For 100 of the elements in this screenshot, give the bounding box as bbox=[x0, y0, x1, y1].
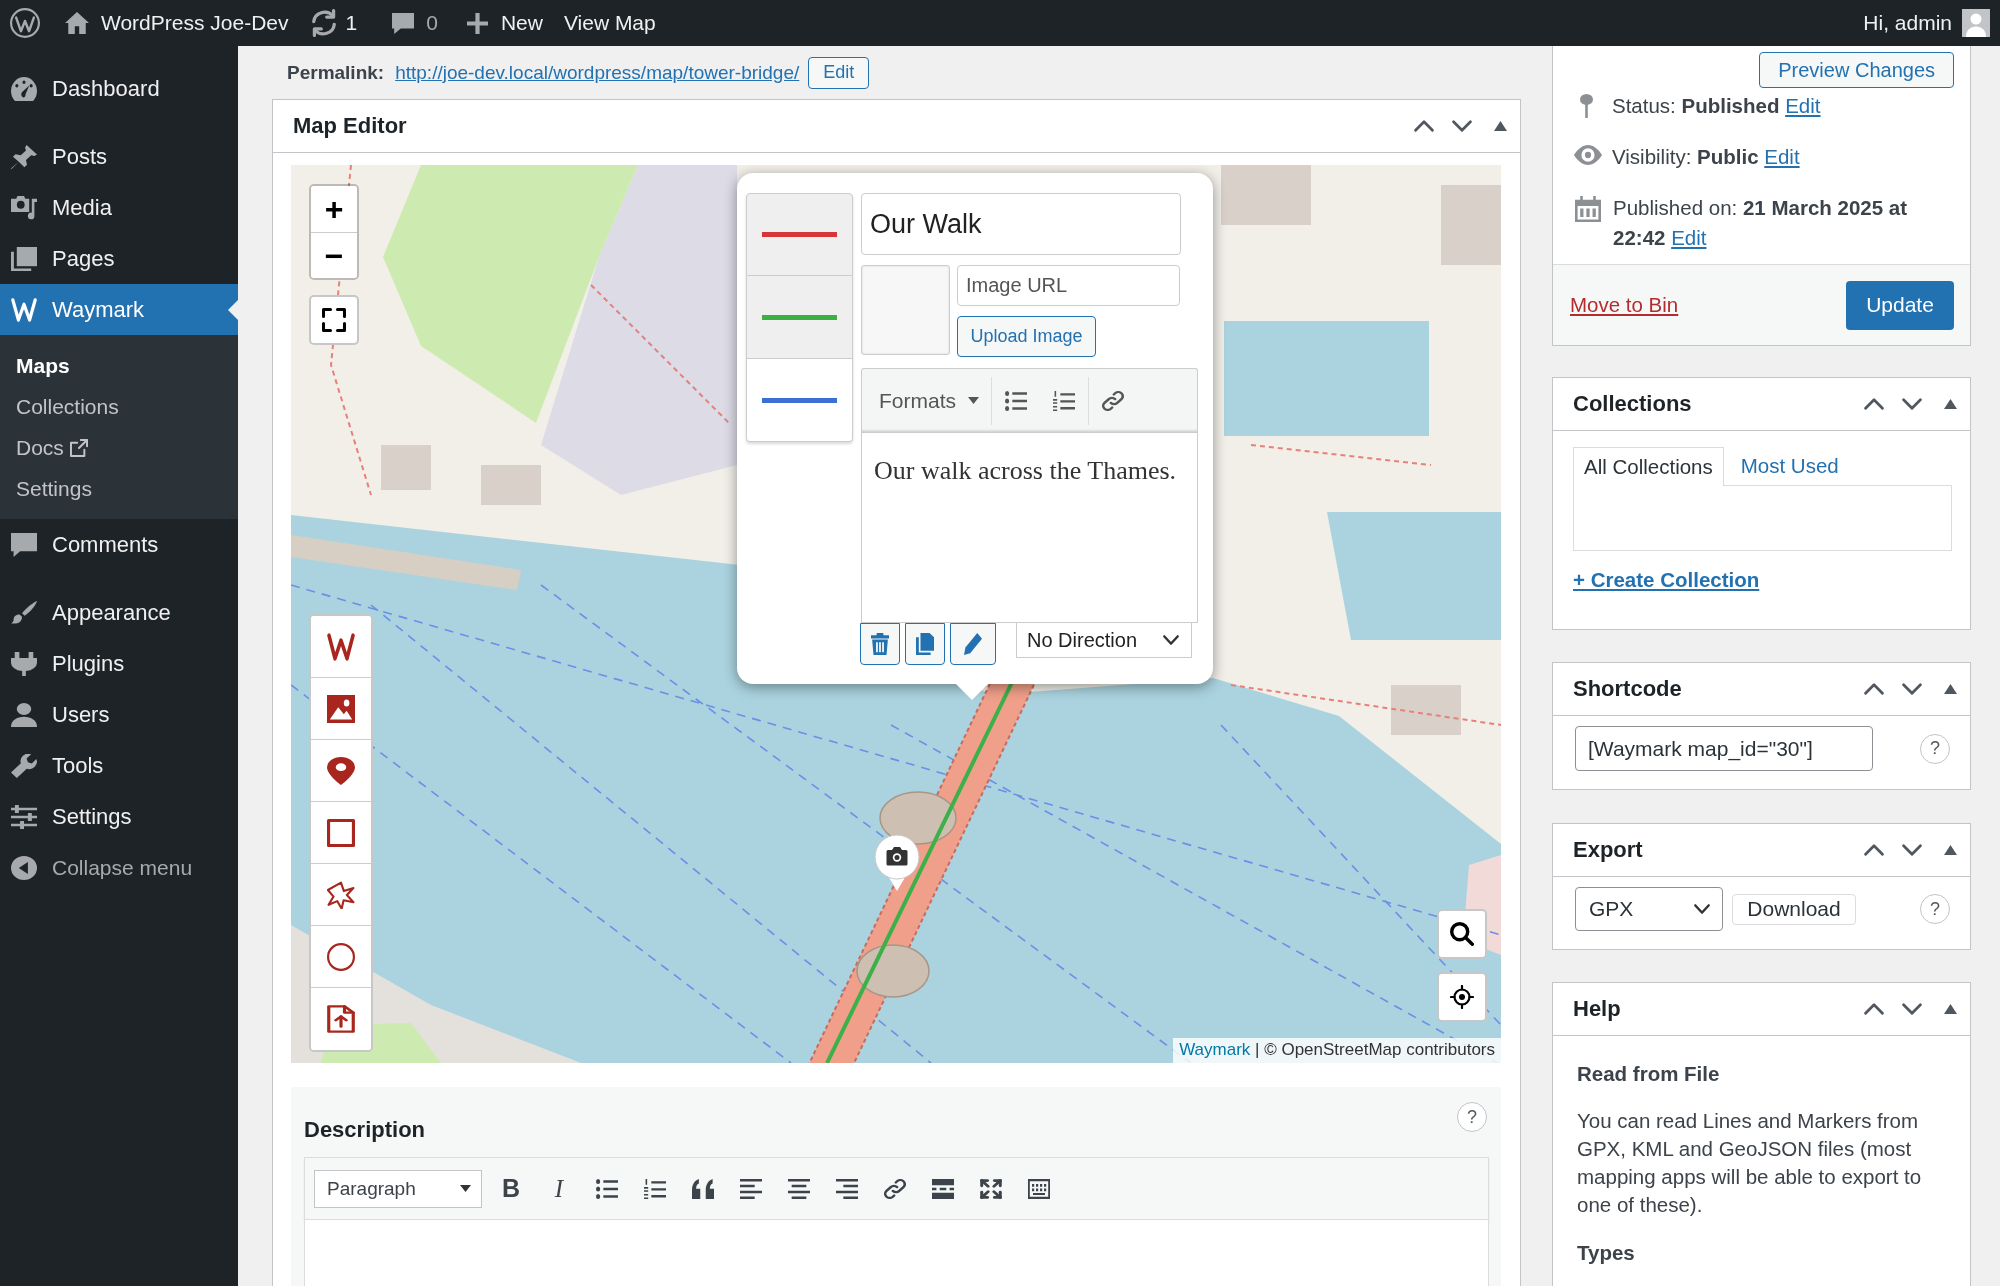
speech-bubble-icon bbox=[392, 12, 415, 34]
panel-title: Map Editor bbox=[293, 113, 408, 139]
upload-image-button[interactable]: Upload Image bbox=[957, 316, 1096, 357]
shortcode-field[interactable]: [Waymark map_id="30"] bbox=[1575, 726, 1873, 771]
zigzag-logo-icon bbox=[327, 632, 355, 661]
menu-item[interactable]: Users bbox=[0, 689, 238, 740]
menu-item[interactable]: Comments bbox=[0, 519, 238, 570]
expand-arrows-icon bbox=[980, 1178, 1002, 1199]
help-button[interactable]: ? bbox=[1920, 733, 1950, 764]
bullet-list-icon bbox=[1005, 390, 1027, 411]
paintbrush-icon bbox=[11, 600, 37, 625]
zoom-out-button[interactable]: − bbox=[311, 232, 357, 278]
fullscreen-icon bbox=[322, 308, 346, 332]
align-right-icon bbox=[836, 1178, 858, 1199]
submenu-item[interactable]: Collections bbox=[0, 386, 238, 427]
gauge-icon bbox=[11, 76, 37, 101]
publish-info-text: Status: Published Edit bbox=[1612, 93, 1821, 119]
duplicate-button[interactable] bbox=[905, 623, 945, 665]
delete-button[interactable] bbox=[860, 623, 900, 665]
account-link[interactable]: Hi, admin bbox=[1863, 9, 1990, 37]
block-format-select[interactable]: Paragraph bbox=[314, 1169, 482, 1208]
link-icon bbox=[1102, 390, 1124, 411]
submenu-item[interactable]: Maps bbox=[0, 345, 238, 386]
collapse-menu-button[interactable]: Collapse menu bbox=[0, 842, 238, 893]
numbered-list-icon bbox=[1053, 390, 1075, 411]
dashed-divider-icon bbox=[932, 1178, 954, 1199]
line-type-option[interactable] bbox=[746, 359, 853, 442]
italic-button[interactable]: I bbox=[539, 1168, 579, 1209]
line-type-option[interactable] bbox=[746, 193, 853, 276]
help-button[interactable]: ? bbox=[1920, 894, 1950, 924]
permalink-link[interactable]: http://joe-dev.local/wordpress/map/tower-bridge/ bbox=[395, 61, 800, 84]
edit-button[interactable] bbox=[950, 623, 996, 665]
move-to-bin-link[interactable]: Move to Bin bbox=[1570, 293, 1679, 317]
quote-icon bbox=[692, 1178, 714, 1199]
download-button[interactable]: Download bbox=[1732, 893, 1856, 925]
pencil-icon bbox=[964, 633, 982, 655]
locate-button[interactable] bbox=[1437, 972, 1487, 1022]
new-content-link[interactable]: New bbox=[466, 11, 543, 35]
view-map-link[interactable]: View Map bbox=[563, 11, 656, 35]
comments-link[interactable]: 0 bbox=[392, 11, 438, 35]
square-icon bbox=[327, 818, 355, 847]
chevron-down-icon bbox=[1902, 844, 1922, 856]
preview-button[interactable]: Preview Changes bbox=[1759, 52, 1954, 88]
image-url-field[interactable]: Image URL bbox=[957, 265, 1180, 306]
building bbox=[1391, 685, 1461, 735]
zigzag-logo-icon bbox=[11, 297, 37, 322]
submenu-item[interactable]: Settings bbox=[0, 468, 238, 509]
search-button[interactable] bbox=[1437, 909, 1487, 959]
map-tool-button[interactable] bbox=[311, 616, 371, 678]
help-button[interactable]: ? bbox=[1457, 1102, 1487, 1132]
update-button[interactable]: Update bbox=[1846, 280, 1954, 330]
circle-icon bbox=[327, 942, 355, 971]
align-center-icon bbox=[788, 1178, 810, 1199]
camera-marker-icon[interactable] bbox=[874, 834, 920, 892]
bullet-list-icon bbox=[596, 1178, 618, 1199]
menu-item[interactable]: Settings bbox=[0, 791, 238, 842]
waymark-link[interactable]: Waymark bbox=[1179, 1040, 1251, 1059]
edit-permalink-button[interactable]: Edit bbox=[808, 56, 870, 89]
menu-item[interactable]: Media bbox=[0, 182, 238, 233]
edit-link[interactable]: Edit bbox=[1764, 145, 1800, 168]
format-select[interactable]: GPX bbox=[1575, 887, 1723, 931]
site-link[interactable]: WordPress Joe-Dev bbox=[65, 11, 289, 35]
menu-item[interactable]: Appearance bbox=[0, 587, 238, 638]
bold-button[interactable]: B bbox=[491, 1168, 531, 1209]
circle-arrow-icon bbox=[11, 855, 37, 880]
menu-item[interactable]: Waymark bbox=[0, 284, 238, 335]
site-logo-icon[interactable] bbox=[10, 8, 40, 38]
chevron-down-icon bbox=[1452, 120, 1472, 132]
avatar-icon bbox=[1962, 9, 1990, 37]
menu-item[interactable]: Posts bbox=[0, 131, 238, 182]
permalink-label: Permalink: bbox=[287, 61, 385, 84]
direction-select[interactable]: No Direction bbox=[1016, 623, 1192, 658]
document-icon bbox=[916, 633, 934, 655]
collection-tab[interactable]: All Collections bbox=[1573, 447, 1724, 486]
menu-item[interactable]: Plugins bbox=[0, 638, 238, 689]
numbered-list-icon bbox=[644, 1178, 666, 1199]
menu-item[interactable]: Tools bbox=[0, 740, 238, 791]
description-editor-field[interactable]: Our walk across the Thames. bbox=[861, 432, 1198, 623]
chevron-down-icon bbox=[1902, 683, 1922, 695]
map-attribution: Waymark | © OpenStreetMap contributors bbox=[1173, 1038, 1501, 1063]
edit-link[interactable]: Edit bbox=[1785, 94, 1821, 117]
create-collection-link[interactable]: + Create Collection bbox=[1573, 566, 1760, 594]
submenu-item[interactable]: Docs bbox=[0, 427, 238, 468]
collection-tab[interactable]: Most Used bbox=[1730, 447, 1849, 485]
caret-down-icon bbox=[460, 1185, 471, 1192]
description-label: Description bbox=[304, 1117, 426, 1144]
building bbox=[481, 465, 541, 505]
triangle-up-icon bbox=[1943, 845, 1957, 855]
fullscreen-button[interactable] bbox=[309, 295, 359, 345]
formats-dropdown[interactable]: Formats bbox=[862, 369, 991, 432]
zoom-in-button[interactable]: + bbox=[311, 186, 357, 232]
title-field[interactable]: Our Walk bbox=[861, 193, 1181, 255]
menu-item[interactable]: Pages bbox=[0, 233, 238, 284]
menu-item[interactable]: Dashboard bbox=[0, 63, 238, 114]
search-icon bbox=[1450, 922, 1474, 946]
updates-link[interactable]: 1 bbox=[310, 9, 358, 37]
camera-note-icon bbox=[11, 195, 37, 220]
edit-link[interactable]: Edit bbox=[1671, 226, 1707, 249]
collection-list-field[interactable] bbox=[1573, 485, 1952, 551]
chevron-down-icon bbox=[1902, 1003, 1922, 1015]
